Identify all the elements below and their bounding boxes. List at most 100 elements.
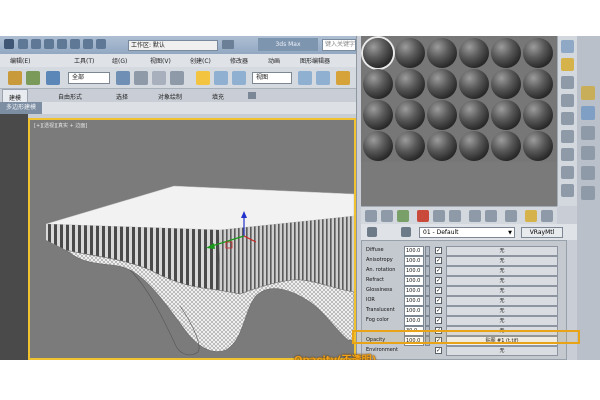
viewport-label[interactable]: [+][透视][真实 + 边面]: [34, 122, 87, 129]
go-to-parent-icon[interactable]: [525, 210, 537, 222]
hierarchy-panel-icon[interactable]: [581, 126, 595, 140]
material-name-field[interactable]: 01 - Default ▼: [419, 227, 515, 238]
eyedropper-icon[interactable]: [401, 227, 411, 237]
sample-slot[interactable]: [523, 100, 553, 130]
make-unique-icon[interactable]: [433, 210, 445, 222]
bind-space-warp-icon[interactable]: [46, 71, 60, 85]
sample-slot[interactable]: [491, 38, 521, 68]
rectangle-selection-icon[interactable]: [152, 71, 166, 85]
sample-slot[interactable]: [459, 100, 489, 130]
select-by-material-icon[interactable]: [561, 166, 574, 179]
window-crossing-icon[interactable]: [170, 71, 184, 85]
select-and-scale-icon[interactable]: [232, 71, 246, 85]
map-enable-checkbox[interactable]: ✓: [435, 297, 442, 304]
sample-type-icon[interactable]: [561, 40, 574, 53]
ribbon-options-icon[interactable]: [248, 92, 256, 99]
select-object-icon[interactable]: [116, 71, 130, 85]
backlight-icon[interactable]: [561, 58, 574, 71]
workspace-selector[interactable]: 工作区: 默认: [128, 40, 218, 51]
sample-slot[interactable]: [523, 69, 553, 99]
menu-item-modifiers[interactable]: 修改器: [230, 56, 248, 65]
get-material-icon[interactable]: [365, 210, 377, 222]
sample-slot[interactable]: [523, 131, 553, 161]
chevron-down-icon[interactable]: ▼: [508, 229, 512, 238]
reset-map-icon[interactable]: [417, 210, 429, 222]
select-and-rotate-icon[interactable]: [214, 71, 228, 85]
menu-item-create[interactable]: 创建(C): [190, 56, 211, 65]
snap-toggle-icon[interactable]: [316, 71, 330, 85]
sample-slot[interactable]: [459, 131, 489, 161]
map-enable-checkbox[interactable]: ✓: [435, 307, 442, 314]
background-icon[interactable]: [561, 76, 574, 89]
map-enable-checkbox[interactable]: ✓: [435, 277, 442, 284]
map-enable-checkbox[interactable]: ✓: [435, 257, 442, 264]
sample-slot[interactable]: [491, 69, 521, 99]
pick-material-icon[interactable]: [367, 227, 377, 237]
save-file-icon[interactable]: [44, 39, 54, 49]
material-navigator-icon[interactable]: [561, 184, 574, 197]
tab-selection[interactable]: 选择: [116, 92, 128, 101]
video-color-check-icon[interactable]: [561, 112, 574, 125]
tab-populate[interactable]: 填充: [212, 92, 224, 101]
tab-modeling[interactable]: 建模: [2, 89, 29, 102]
menu-item-edit[interactable]: 编辑(E): [10, 56, 30, 65]
map-slot-button[interactable]: 无: [446, 346, 558, 356]
search-input[interactable]: 键入关键字: [322, 39, 356, 51]
new-file-icon[interactable]: [18, 39, 28, 49]
material-id-channel-icon[interactable]: [469, 210, 481, 222]
map-enable-checkbox[interactable]: ✓: [435, 247, 442, 254]
menu-item-animation[interactable]: 动画: [268, 56, 280, 65]
motion-panel-icon[interactable]: [581, 146, 595, 160]
sample-slot[interactable]: [427, 38, 457, 68]
reference-coordinate-dropdown[interactable]: 视图: [252, 72, 292, 84]
sample-slot[interactable]: [363, 69, 393, 99]
menu-item-tools[interactable]: 工具(T): [74, 56, 94, 65]
put-to-scene-icon[interactable]: [381, 210, 393, 222]
project-folder-icon[interactable]: [83, 39, 93, 49]
tab-freeform[interactable]: 自由形式: [58, 92, 82, 101]
put-to-library-icon[interactable]: [449, 210, 461, 222]
material-type-button[interactable]: VRayMtl: [521, 227, 563, 238]
menu-item-graph-editors[interactable]: 图形编辑器: [300, 56, 330, 65]
sample-slot[interactable]: [427, 131, 457, 161]
sample-slot[interactable]: [395, 100, 425, 130]
select-and-move-icon[interactable]: [196, 71, 210, 85]
map-enable-checkbox[interactable]: ✓: [435, 317, 442, 324]
unlink-icon[interactable]: [26, 71, 40, 85]
sample-slot[interactable]: [491, 131, 521, 161]
sample-slot[interactable]: [395, 69, 425, 99]
sample-slot[interactable]: [395, 131, 425, 161]
redo-icon[interactable]: [70, 39, 80, 49]
options-icon[interactable]: [561, 148, 574, 161]
sample-slot[interactable]: [459, 38, 489, 68]
make-preview-icon[interactable]: [561, 130, 574, 143]
map-enable-checkbox[interactable]: ✓: [435, 267, 442, 274]
uv-tiling-icon[interactable]: [561, 94, 574, 107]
map-enable-checkbox[interactable]: ✓: [435, 347, 442, 354]
display-panel-icon[interactable]: [581, 166, 595, 180]
menu-item-views[interactable]: 视图(V): [150, 56, 171, 65]
select-by-name-icon[interactable]: [134, 71, 148, 85]
sample-slot[interactable]: [523, 38, 553, 68]
pivot-center-icon[interactable]: [298, 71, 312, 85]
create-panel-icon[interactable]: [581, 86, 595, 100]
sample-slot[interactable]: [459, 69, 489, 99]
show-shaded-icon[interactable]: [485, 210, 497, 222]
map-enable-checkbox[interactable]: ✓: [435, 287, 442, 294]
selection-filter-dropdown[interactable]: 全部: [68, 72, 110, 84]
dropdown-arrow-icon[interactable]: [96, 39, 106, 49]
perspective-viewport[interactable]: [+][透视][真实 + 边面]: [28, 118, 356, 360]
material-editor-icon[interactable]: [336, 71, 350, 85]
menu-item-group[interactable]: 组(G): [112, 56, 127, 65]
modify-panel-icon[interactable]: [581, 106, 595, 120]
app-logo-icon[interactable]: [4, 39, 14, 49]
sample-slot[interactable]: [363, 131, 393, 161]
workspace-dropdown-icon[interactable]: [222, 40, 234, 49]
go-forward-sibling-icon[interactable]: [541, 210, 553, 222]
assign-to-selection-icon[interactable]: [397, 210, 409, 222]
sample-slot[interactable]: [395, 38, 425, 68]
sample-slot[interactable]: [363, 38, 393, 68]
sample-slot[interactable]: [427, 69, 457, 99]
polygon-modeling-panel[interactable]: 多边形建模: [0, 102, 43, 114]
link-icon[interactable]: [8, 71, 22, 85]
